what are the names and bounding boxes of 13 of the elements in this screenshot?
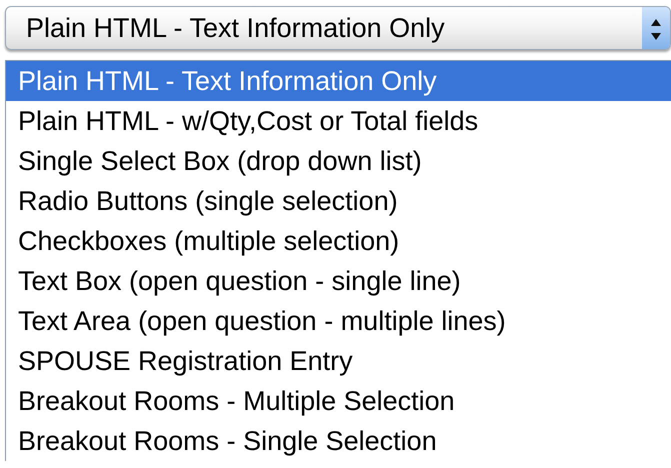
dropdown-option[interactable]: Plain HTML - Text Information Only	[6, 61, 671, 101]
dropdown-option[interactable]: Checkboxes (multiple selection)	[6, 221, 671, 261]
selected-value: Plain HTML - Text Information Only	[25, 12, 446, 45]
dropdown-option[interactable]: Breakout Rooms - Single Selection	[6, 421, 671, 461]
select-field[interactable]: Plain HTML - Text Information Only	[5, 6, 671, 50]
dropdown-option[interactable]: SPOUSE Registration Entry	[6, 341, 671, 381]
stepper-arrows-icon	[642, 7, 670, 49]
dropdown-option[interactable]: Text Area (open question - multiple lines)	[6, 301, 671, 341]
dropdown-option[interactable]: Breakout Rooms - Multiple Selection	[6, 381, 671, 421]
dropdown-option[interactable]: Single Select Box (drop down list)	[6, 141, 671, 181]
dropdown-option[interactable]: Radio Buttons (single selection)	[6, 181, 671, 221]
dropdown-option[interactable]: Plain HTML - w/Qty,Cost or Total fields	[6, 101, 671, 141]
dropdown-option[interactable]: Text Box (open question - single line)	[6, 261, 671, 301]
